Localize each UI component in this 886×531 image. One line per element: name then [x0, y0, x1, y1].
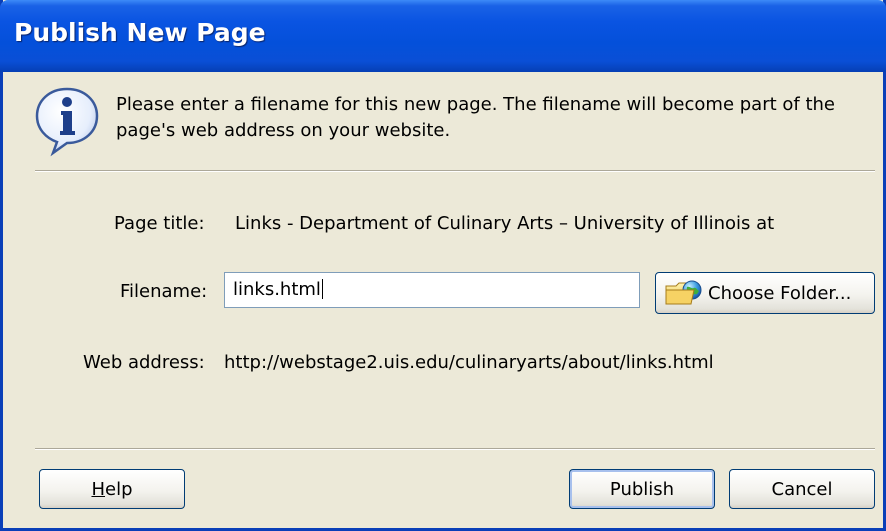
help-label: elp	[105, 478, 133, 500]
choose-folder-button[interactable]: Choose Folder...	[655, 272, 875, 314]
publish-button[interactable]: Publish	[569, 469, 715, 509]
text-caret	[321, 279, 323, 299]
publish-dialog: Publish New Page Please enter a filename…	[0, 0, 886, 531]
cancel-label: Cancel	[771, 478, 833, 500]
filename-value: links.html	[233, 279, 321, 300]
instruction-message: Please enter a filename for this new pag…	[116, 94, 835, 141]
help-mnemonic: H	[91, 478, 106, 500]
page-title-value: Links - Department of Culinary Arts – Un…	[235, 213, 775, 234]
help-button[interactable]: Help	[39, 469, 185, 509]
publish-label: Publish	[609, 478, 675, 500]
info-icon	[35, 87, 99, 157]
filename-label: Filename:	[120, 281, 208, 302]
page-title-label: Page title:	[114, 213, 205, 234]
filename-field[interactable]: links.html	[224, 272, 640, 308]
top-divider	[35, 170, 875, 172]
cancel-button[interactable]: Cancel	[729, 469, 875, 509]
web-address-value: http://webstage2.uis.edu/culinaryarts/ab…	[224, 352, 714, 373]
folder-globe-icon	[665, 280, 702, 305]
choose-folder-label: Choose Folder...	[708, 282, 852, 304]
dialog-title: Publish New Page	[14, 18, 266, 47]
web-address-label: Web address:	[83, 352, 205, 373]
bottom-divider	[35, 448, 875, 450]
title-bar[interactable]: Publish New Page	[0, 0, 886, 72]
